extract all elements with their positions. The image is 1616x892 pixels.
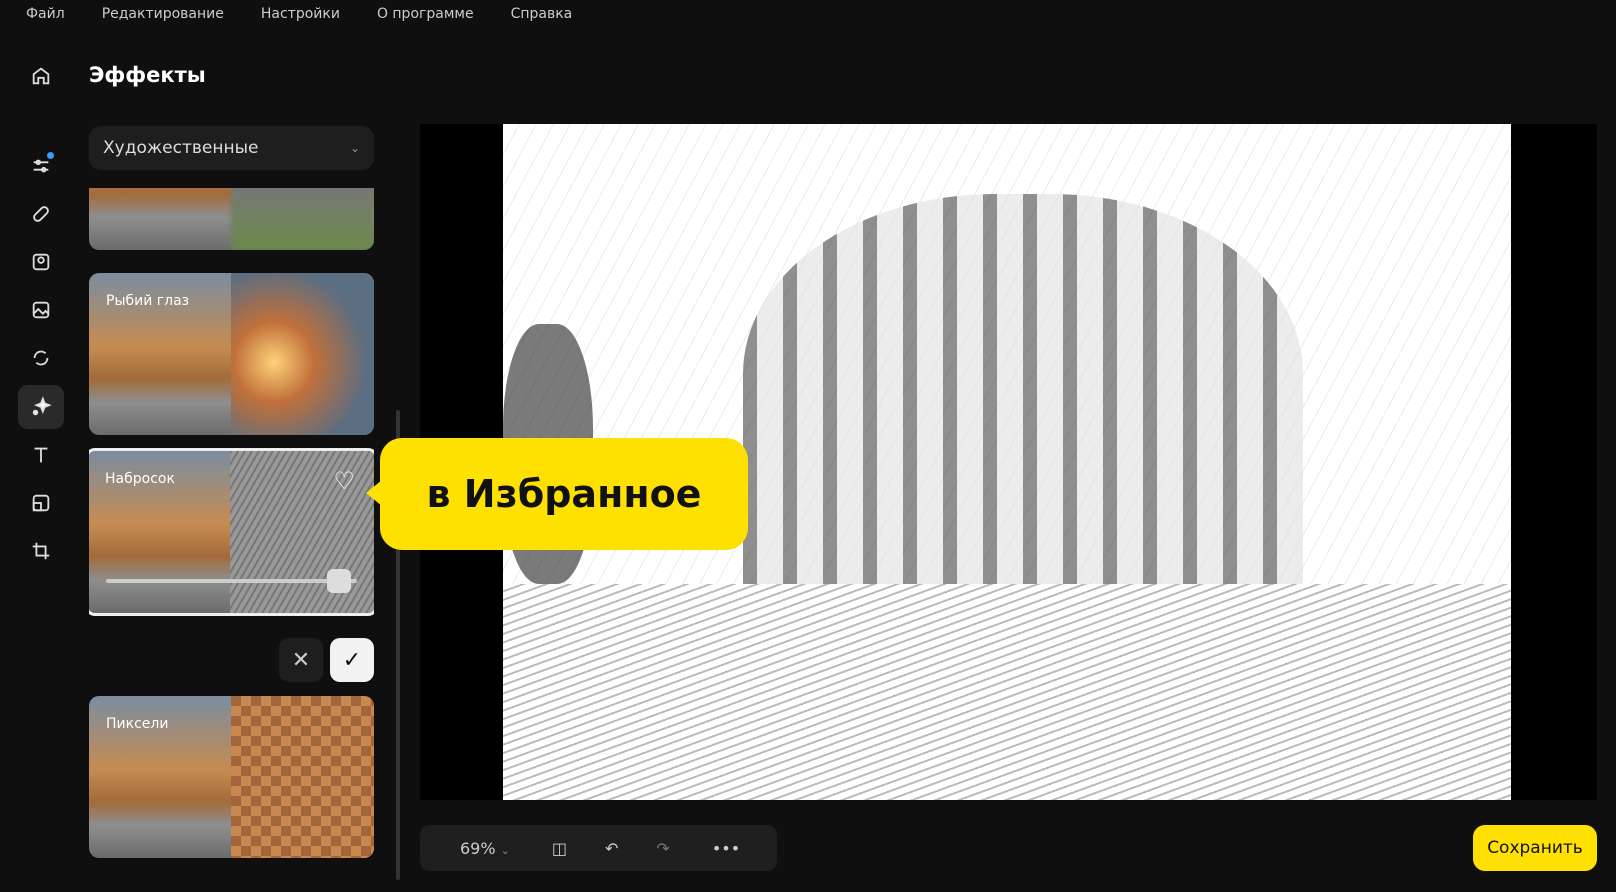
strength-slider[interactable]	[106, 569, 357, 593]
image-icon[interactable]	[18, 288, 64, 332]
menu-bar: Файл Редактирование Настройки О программ…	[0, 0, 583, 28]
effect-label: Пиксели	[106, 716, 169, 732]
menu-about[interactable]: О программе	[377, 6, 474, 22]
retouch-icon[interactable]	[18, 192, 64, 236]
effects-list: Рыбий глаз Набросок ♡ Пиксели	[89, 188, 374, 878]
effect-card-pixels[interactable]: Пиксели	[89, 696, 374, 858]
page-title: Эффекты	[89, 63, 206, 87]
effect-card-fisheye[interactable]: Рыбий глаз	[89, 273, 374, 435]
adjustments-icon[interactable]	[18, 144, 64, 188]
notification-dot	[47, 152, 54, 159]
menu-settings[interactable]: Настройки	[261, 6, 340, 22]
zoom-value: 69%	[460, 838, 496, 858]
save-button[interactable]: Сохранить	[1473, 825, 1597, 871]
redo-icon[interactable]: ↷	[656, 839, 669, 858]
frame-icon[interactable]	[18, 481, 64, 525]
effect-card-sketch[interactable]: Набросок ♡	[89, 448, 374, 616]
category-value: Художественные	[103, 138, 259, 158]
apply-button[interactable]: ✓	[330, 638, 374, 682]
menu-file[interactable]: Файл	[26, 6, 65, 22]
crop-icon[interactable]	[18, 529, 64, 573]
zoom-select[interactable]: 69% ⌄	[460, 839, 510, 858]
cancel-button[interactable]: ✕	[279, 638, 323, 682]
menu-edit[interactable]: Редактирование	[102, 6, 224, 22]
undo-icon[interactable]: ↶	[605, 839, 618, 858]
menu-help[interactable]: Справка	[511, 6, 573, 22]
favorite-heart-icon[interactable]: ♡	[333, 467, 355, 495]
text-icon[interactable]	[18, 433, 64, 477]
more-icon[interactable]: •••	[712, 839, 740, 858]
effect-label: Набросок	[105, 471, 175, 487]
effect-card[interactable]	[89, 188, 374, 250]
favorites-callout: в Избранное	[366, 438, 748, 550]
home-icon[interactable]	[18, 54, 64, 98]
canvas-toolbar: 69% ⌄ ◫ ↶ ↷ •••	[420, 825, 777, 871]
category-dropdown[interactable]: Художественные ⌄	[89, 126, 374, 170]
compare-icon[interactable]: ◫	[552, 839, 567, 858]
effects-icon[interactable]	[18, 385, 64, 429]
chevron-down-icon: ⌄	[500, 843, 510, 857]
effect-label: Рыбий глаз	[106, 293, 190, 309]
slider-thumb[interactable]	[327, 569, 352, 593]
portrait-icon[interactable]	[18, 240, 64, 284]
rotate-icon[interactable]	[18, 336, 64, 380]
chevron-down-icon: ⌄	[349, 141, 360, 155]
